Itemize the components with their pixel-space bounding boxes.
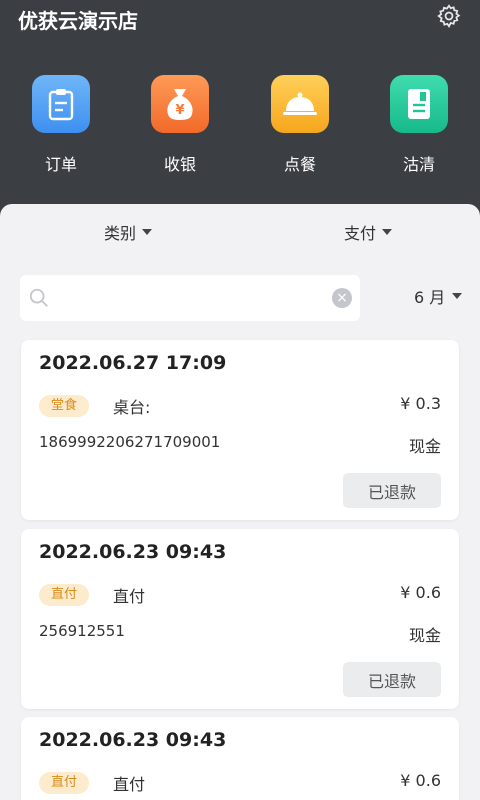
quick-action-label: 收银 [163,155,196,174]
order-card[interactable]: 2022.06.23 09:43 直付 直付 ¥ 0.6 256912551 现… [21,529,459,709]
payment-filter-label: 支付 [344,224,377,243]
order-datetime: 2022.06.23 09:43 [39,541,227,563]
order-amount: ¥ 0.6 [400,583,441,602]
quick-action-label: 沽清 [402,155,435,174]
caret-down-icon [382,229,393,235]
order-datetime: 2022.06.23 09:43 [39,729,227,751]
order-number: 1869992206271709001 [39,433,221,451]
top-header: 优获云演示店 订单 ¥ 收银 点餐 沽清 [0,0,480,215]
category-filter[interactable]: 类别 [104,220,153,244]
search-input[interactable] [60,283,340,313]
clear-icon[interactable]: × [332,288,352,308]
order-card[interactable]: 2022.06.23 09:43 直付 直付 ¥ 0.6 [21,717,459,800]
payment-method: 现金 [408,626,441,645]
caret-down-icon [452,293,463,299]
order-type-badge: 直付 [39,584,90,606]
order-amount: ¥ 0.6 [400,771,441,790]
order-table: 直付 [113,775,146,794]
quick-action-label: 点餐 [283,155,316,174]
order-amount: ¥ 0.3 [400,394,441,413]
money-bag-icon: ¥ [151,75,209,133]
refunded-button[interactable]: 已退款 [343,473,441,508]
notebook-icon [390,75,448,133]
gear-icon[interactable] [436,3,462,29]
payment-method: 现金 [408,437,441,456]
month-filter-label: 6 月 [414,288,446,307]
quick-action-order[interactable]: 订单 [31,75,91,175]
quick-action-food[interactable]: 点餐 [270,75,330,175]
store-title: 优获云演示店 [18,9,138,33]
order-table: 直付 [113,587,146,606]
svg-text:¥: ¥ [175,103,184,118]
serving-cloche-icon [271,75,329,133]
quick-action-stock[interactable]: 沽清 [389,75,449,175]
month-filter[interactable]: 6 月 [414,284,463,308]
caret-down-icon [142,229,153,235]
order-table: 桌台: [113,398,151,417]
order-datetime: 2022.06.27 17:09 [39,352,227,374]
refunded-button[interactable]: 已退款 [343,662,441,697]
quick-action-cashier[interactable]: ¥ 收银 [150,75,210,175]
order-type-badge: 直付 [39,772,90,794]
order-number: 256912551 [39,622,125,640]
order-card[interactable]: 2022.06.27 17:09 堂食 桌台: ¥ 0.3 1869992206… [21,340,459,520]
payment-filter[interactable]: 支付 [344,220,393,244]
search-box: × [20,275,360,321]
clipboard-icon [32,75,90,133]
search-icon [29,288,48,307]
order-type-badge: 堂食 [39,395,90,417]
category-filter-label: 类别 [104,224,137,243]
quick-action-label: 订单 [44,155,77,174]
